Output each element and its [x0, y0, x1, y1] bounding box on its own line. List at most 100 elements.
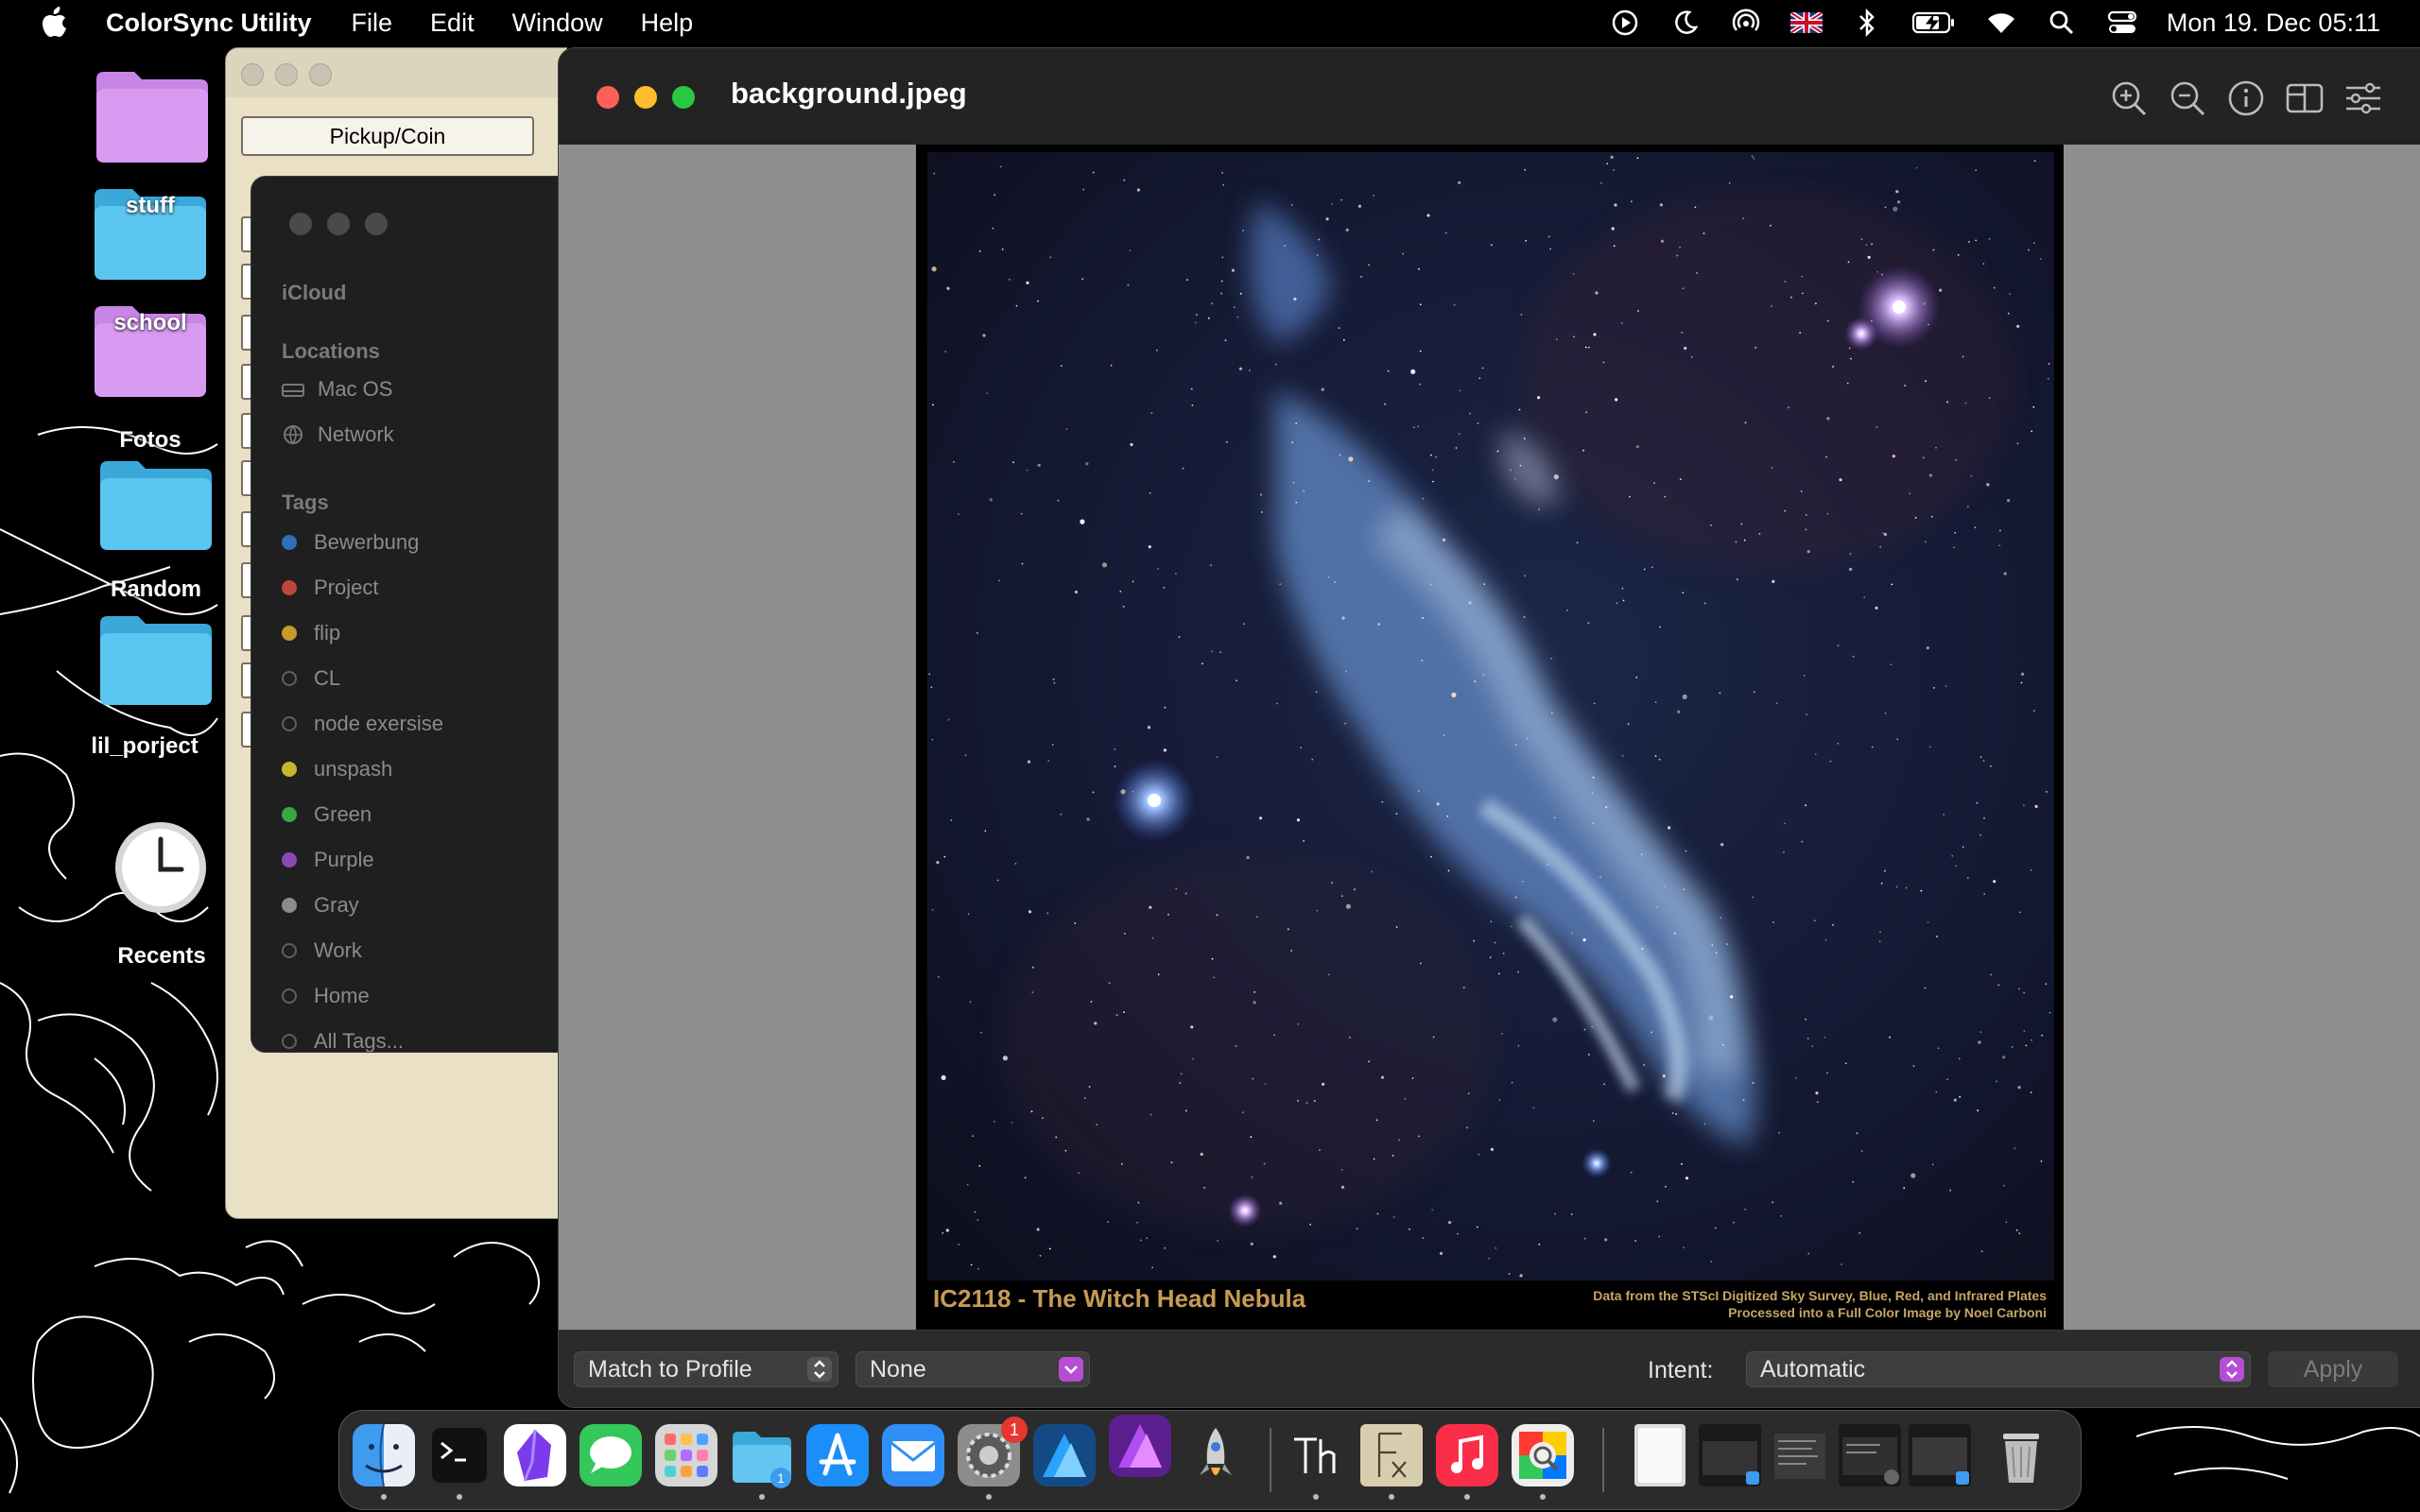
obsidian-icon[interactable]	[504, 1424, 566, 1486]
running-indicator	[1464, 1494, 1470, 1500]
sidebar-tag-label: Project	[314, 576, 379, 599]
trash-icon[interactable]	[1990, 1424, 2052, 1486]
desktop-icon-label: lil_porject	[91, 733, 199, 759]
info-icon[interactable]	[2226, 78, 2266, 118]
clock-icon	[115, 822, 206, 913]
minimized-window-thumbnail[interactable]	[1909, 1424, 1971, 1486]
files-badge: 1	[770, 1468, 791, 1488]
tag-color-dot-icon	[282, 626, 297, 641]
nebula-photo: IC2118 - The Witch Head Nebula Data from…	[916, 145, 2064, 1330]
running-indicator	[986, 1494, 992, 1500]
sidebar-tag-item[interactable]: Project	[282, 576, 378, 600]
zoom-button[interactable]	[309, 63, 332, 86]
zoom-button[interactable]	[365, 213, 388, 235]
menu-help[interactable]: Help	[641, 9, 694, 38]
sidebar-tag-item[interactable]: Gray	[282, 893, 359, 918]
image-canvas[interactable]: IC2118 - The Witch Head Nebula Data from…	[559, 145, 2420, 1330]
sidebar-tag-item[interactable]: flip	[282, 621, 340, 645]
apple-menu-icon[interactable]	[40, 7, 68, 39]
window-titlebar[interactable]	[226, 48, 566, 97]
disk-icon	[282, 384, 304, 397]
document-stack-icon[interactable]	[1629, 1424, 1691, 1486]
colorsync-image-window[interactable]: background.jpeg IC2118 - The Witch Head …	[558, 47, 2420, 1408]
menu-bar-clock[interactable]: Mon 19. Dec 05:11	[2167, 9, 2380, 38]
rocket-icon[interactable]	[1184, 1424, 1247, 1486]
profile-popup[interactable]: None	[856, 1351, 1090, 1387]
sidebar-item-network[interactable]: Network	[282, 422, 394, 447]
affinity-photo-icon[interactable]	[1109, 1415, 1171, 1477]
minimize-button[interactable]	[275, 63, 298, 86]
popup-value: Automatic	[1760, 1355, 1866, 1383]
close-button[interactable]	[241, 63, 264, 86]
sidebar-section-tags[interactable]: Tags	[282, 490, 329, 515]
chevron-down-icon	[1059, 1357, 1083, 1382]
sidebar-tag-label: Green	[314, 802, 372, 826]
th-app-icon[interactable]	[1285, 1424, 1347, 1486]
control-center-icon[interactable]	[2106, 7, 2138, 39]
airdrop-icon[interactable]	[1730, 7, 1762, 39]
sidebar-item-mac-os[interactable]: Mac OS	[282, 377, 392, 402]
sidebar-tag-item[interactable]: Work	[282, 938, 362, 963]
sidebar-tag-label: Gray	[314, 893, 359, 917]
sidebar-tag-item[interactable]: Home	[282, 984, 370, 1008]
bluetooth-icon[interactable]	[1851, 7, 1883, 39]
running-indicator	[457, 1494, 462, 1500]
up-down-chevron-icon	[2220, 1357, 2244, 1382]
colorsync-icon[interactable]	[1512, 1424, 1574, 1486]
zoom-in-icon[interactable]	[2109, 78, 2149, 118]
sidebar-tag-item[interactable]: CL	[282, 666, 340, 691]
folder-icon	[96, 72, 208, 163]
pickup-coin-button[interactable]: Pickup/Coin	[241, 116, 534, 156]
affinity-designer-icon[interactable]	[1033, 1424, 1096, 1486]
adjust-icon[interactable]	[2343, 78, 2383, 118]
finder-sidebar-window[interactable]: iCloud Locations Mac OS Network Tags Bew…	[251, 176, 574, 1053]
desktop-icon-label: Fotos	[119, 427, 182, 453]
minimized-window-thumbnail[interactable]	[1699, 1424, 1761, 1486]
menu-window[interactable]: Window	[512, 9, 603, 38]
minimized-window-thumbnail[interactable]	[1769, 1424, 1831, 1486]
sidebar-tag-item[interactable]: Green	[282, 802, 372, 827]
action-popup[interactable]: Match to Profile	[574, 1351, 838, 1387]
app-store-icon[interactable]	[806, 1424, 869, 1486]
finder-icon[interactable]	[353, 1424, 415, 1486]
wifi-icon[interactable]	[1985, 7, 2017, 39]
music-icon[interactable]	[1436, 1424, 1498, 1486]
tag-color-dot-icon	[282, 580, 297, 595]
sidebar-tag-item[interactable]: Purple	[282, 848, 374, 872]
window-titlebar[interactable]: background.jpeg	[559, 48, 2420, 145]
sidebar-tag-item[interactable]: unspash	[282, 757, 392, 782]
terminal-icon[interactable]	[428, 1424, 491, 1486]
dock-separator	[1270, 1428, 1271, 1492]
uk-flag-icon[interactable]	[1789, 7, 1823, 39]
sidebar-tag-item[interactable]: All Tags...	[282, 1029, 404, 1052]
sidebar-section-icloud[interactable]: iCloud	[282, 281, 346, 305]
close-button[interactable]	[289, 213, 312, 235]
minimized-window-thumbnail[interactable]	[1839, 1424, 1901, 1486]
minimize-button[interactable]	[634, 86, 657, 109]
menu-file[interactable]: File	[352, 9, 393, 38]
launchpad-icon[interactable]	[655, 1424, 717, 1486]
play-circle-icon[interactable]	[1609, 7, 1641, 39]
intent-popup[interactable]: Automatic	[1746, 1351, 2251, 1387]
desktop-icon-label: school	[113, 310, 187, 335]
sidebar-icon[interactable]	[2285, 78, 2325, 118]
zoom-button[interactable]	[672, 86, 695, 109]
font-app-icon[interactable]	[1360, 1424, 1423, 1486]
apply-button[interactable]: Apply	[2268, 1351, 2398, 1387]
tag-color-dot-icon	[282, 671, 297, 686]
sidebar-section-locations[interactable]: Locations	[282, 339, 380, 364]
messages-icon[interactable]	[579, 1424, 642, 1486]
minimize-button[interactable]	[327, 213, 350, 235]
search-icon[interactable]	[2046, 7, 2078, 39]
mail-icon[interactable]	[882, 1424, 944, 1486]
sidebar-tag-item[interactable]: node exersise	[282, 712, 443, 736]
app-name-menu[interactable]: ColorSync Utility	[106, 9, 312, 38]
tag-color-dot-icon	[282, 535, 297, 550]
zoom-out-icon[interactable]	[2168, 78, 2207, 118]
battery-icon[interactable]	[1911, 7, 1957, 39]
sidebar-tag-item[interactable]: Bewerbung	[282, 530, 419, 555]
window-title: background.jpeg	[731, 77, 967, 110]
close-button[interactable]	[596, 86, 619, 109]
menu-edit[interactable]: Edit	[430, 9, 475, 38]
moon-icon[interactable]	[1669, 7, 1702, 39]
